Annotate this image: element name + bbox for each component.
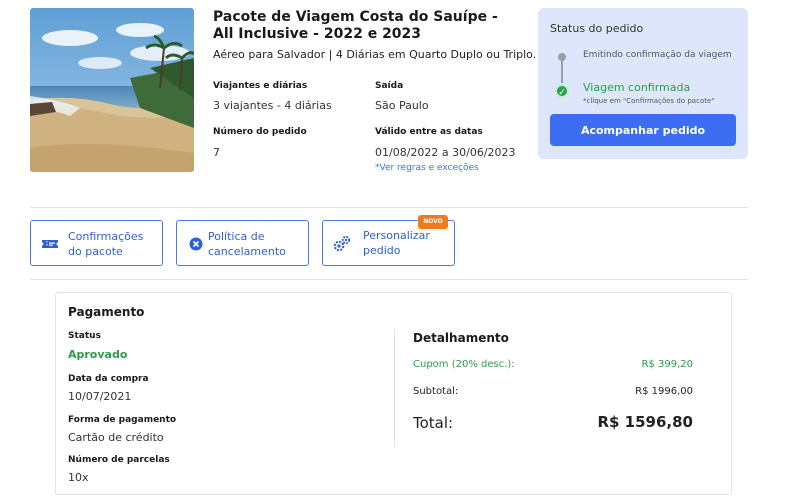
new-badge: NOVO — [418, 215, 448, 229]
installments-label: Número de parcelas — [68, 455, 170, 465]
total-label: Total: — [413, 414, 454, 432]
package-subtitle: Aéreo para Salvador | 4 Diárias em Quart… — [213, 48, 537, 61]
total-value: R$ 1596,80 — [597, 413, 693, 431]
step-trip-confirmed: Viagem confirmada — [583, 81, 691, 94]
order-number-value: 7 — [213, 146, 220, 159]
cancel-circle-icon — [187, 235, 205, 253]
order-number-label: Número do pedido — [213, 127, 307, 137]
details-title: Detalhamento — [413, 331, 509, 345]
customize-order-label: Personalizar pedido — [363, 229, 430, 257]
step-pending-dot — [558, 53, 566, 61]
payment-vertical-divider — [394, 329, 395, 447]
payment-title: Pagamento — [68, 305, 145, 319]
travelers-label: Viajantes e diárias — [213, 81, 308, 91]
step-connector — [561, 61, 563, 83]
payment-card: Pagamento Status Aprovado Data da compra… — [55, 292, 732, 495]
cancellation-policy-label: Política de cancelamento — [208, 230, 286, 258]
departure-value: São Paulo — [375, 99, 429, 112]
cancellation-policy-button[interactable]: Política de cancelamento — [176, 220, 309, 266]
valid-dates-value: 01/08/2022 a 30/06/2023 — [375, 146, 516, 159]
payment-status-label: Status — [68, 331, 101, 341]
step-issuing-confirmation: Emitindo confirmação da viagem — [583, 50, 732, 60]
payment-method-value: Cartão de crédito — [68, 431, 164, 444]
valid-dates-label: Válido entre as datas — [375, 127, 483, 137]
rules-link[interactable]: *Ver regras e exceções — [375, 163, 479, 173]
coupon-label: Cupom (20% desc.): — [413, 359, 515, 370]
divider-top — [30, 207, 748, 208]
gears-icon — [333, 235, 351, 253]
check-icon: ✓ — [555, 84, 569, 98]
travelers-value: 3 viajantes - 4 diárias — [213, 99, 332, 112]
purchase-date-label: Data da compra — [68, 374, 149, 384]
purchase-date-value: 10/07/2021 — [68, 390, 132, 403]
ticket-icon — [41, 235, 59, 253]
order-status-title: Status do pedido — [550, 22, 644, 35]
package-confirmations-label: Confirmações do pacote — [68, 230, 144, 258]
installments-value: 10x — [68, 471, 89, 484]
departure-label: Saída — [375, 81, 404, 91]
package-confirmations-button[interactable]: Confirmações do pacote — [30, 220, 163, 266]
payment-status-value: Aprovado — [68, 348, 128, 361]
track-order-button[interactable]: Acompanhar pedido — [550, 114, 736, 146]
step-trip-confirmed-hint: *clique em "Confirmações do pacote" — [583, 97, 715, 105]
package-title: Pacote de Viagem Costa do Sauípe - All I… — [213, 9, 498, 42]
coupon-value: R$ 399,20 — [641, 359, 693, 370]
subtotal-label: Subtotal: — [413, 386, 459, 397]
subtotal-value: R$ 1996,00 — [635, 386, 693, 397]
payment-method-label: Forma de pagamento — [68, 415, 177, 425]
divider-bottom — [30, 279, 748, 280]
package-image — [30, 8, 194, 172]
customize-order-button[interactable]: Personalizar pedido NOVO — [322, 215, 455, 266]
order-status-panel: Status do pedido ✓ Emitindo confirmação … — [538, 8, 748, 159]
